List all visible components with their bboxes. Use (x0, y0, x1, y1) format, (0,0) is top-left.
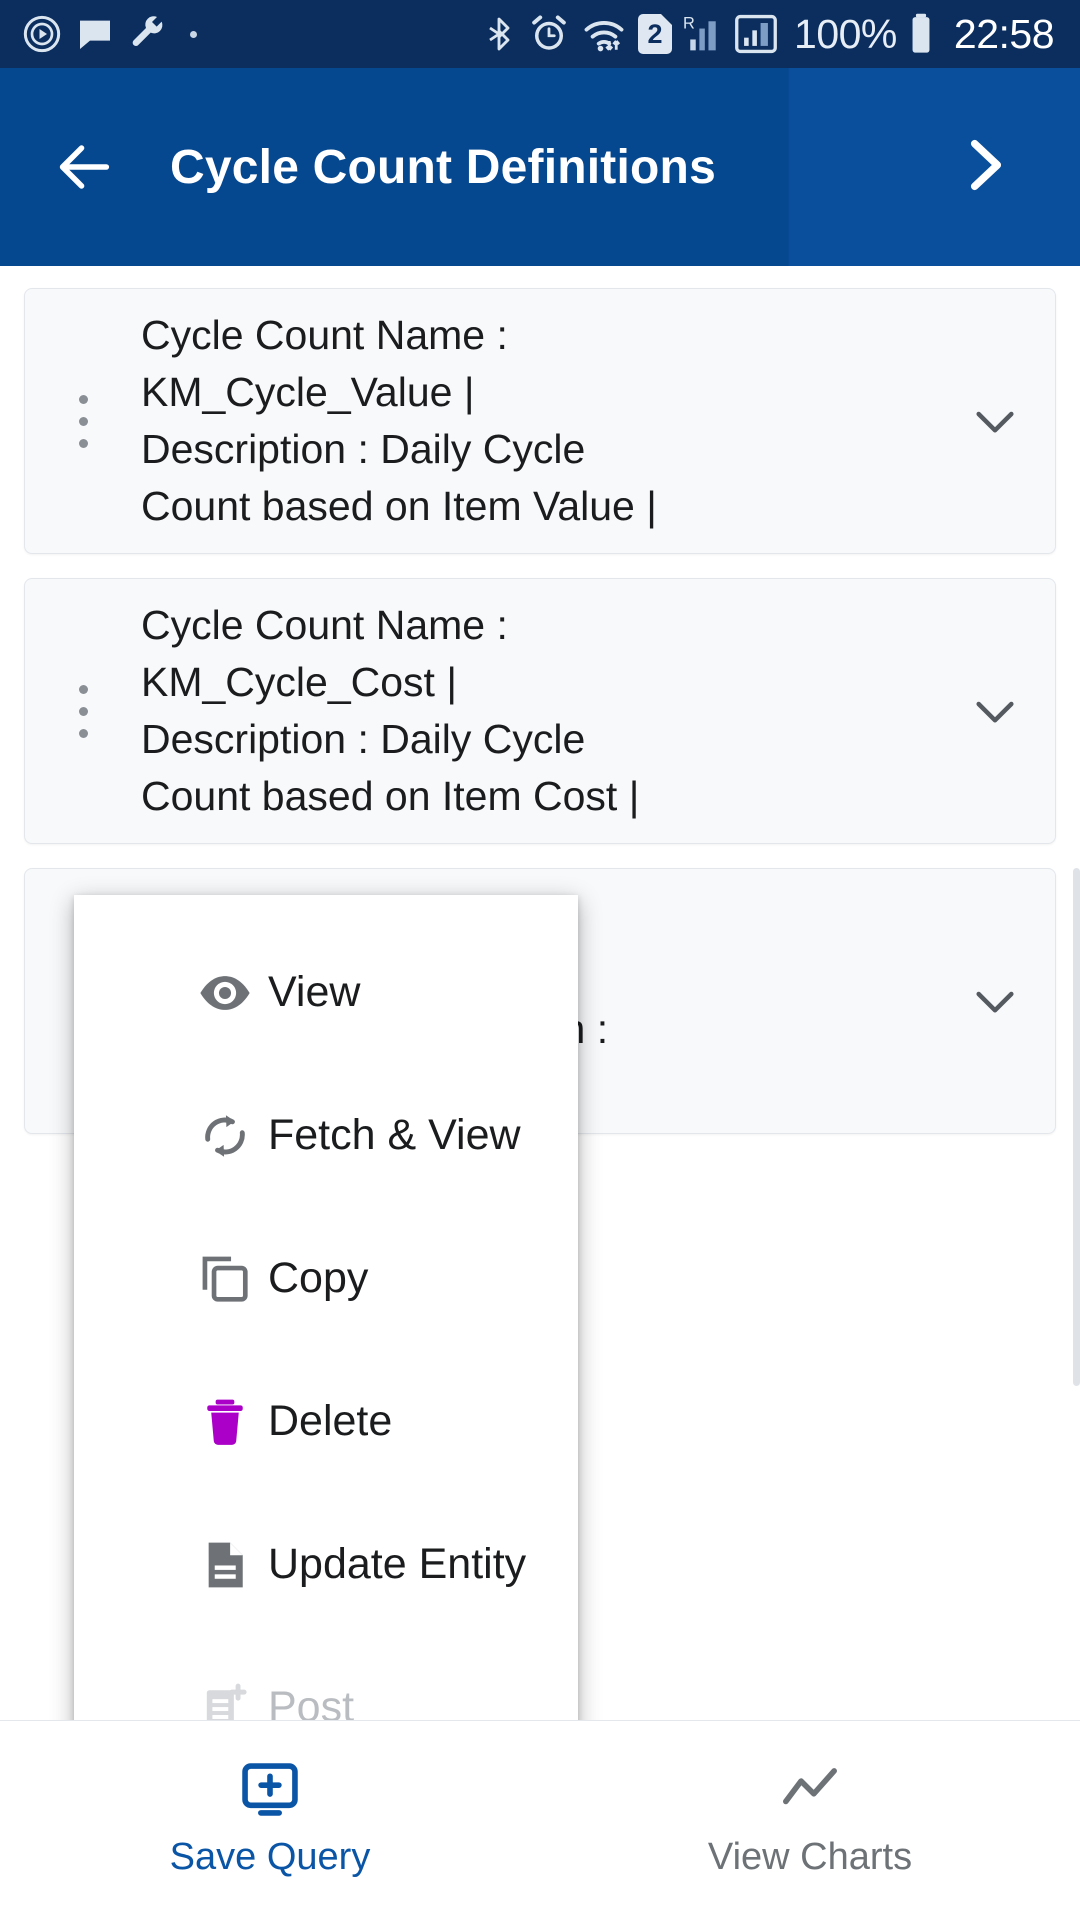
save-query-icon (242, 1763, 298, 1816)
signal-bars-icon (735, 14, 777, 54)
copy-icon (196, 1250, 254, 1308)
menu-item-label: Update Entity (268, 1540, 527, 1588)
nav-item-view-charts[interactable]: View Charts (540, 1721, 1080, 1920)
menu-item-label: Delete (268, 1397, 393, 1445)
arrow-left-icon (59, 145, 110, 189)
roaming-signal-icon: R (683, 15, 716, 51)
alarm-clock-icon (532, 15, 566, 50)
menu-item-update-entity[interactable]: Update Entity (74, 1493, 578, 1636)
battery-percent-label: 100% (794, 10, 897, 57)
phone-screen: 2 R 100% 22:58 Cycle Count Definitions C… (0, 0, 1080, 1920)
back-button[interactable] (48, 132, 118, 202)
page-title: Cycle Count Definitions (170, 140, 716, 194)
menu-item-copy[interactable]: Copy (74, 1207, 578, 1350)
nav-item-label: Save Query (169, 1836, 371, 1878)
menu-item-label: View (268, 968, 361, 1016)
trash-icon (196, 1393, 254, 1451)
battery-icon (912, 13, 930, 53)
wrench-icon (132, 16, 163, 46)
menu-item-label: Copy (268, 1254, 369, 1302)
menu-item-delete[interactable]: Delete (74, 1350, 578, 1493)
menu-item-fetch-and-view[interactable]: Fetch & View (74, 1064, 578, 1207)
eye-icon (196, 964, 254, 1022)
small-dot-icon (190, 30, 197, 38)
document-edit-icon (196, 1536, 254, 1594)
nav-item-label: View Charts (707, 1836, 913, 1878)
sim-2-icon: 2 (638, 14, 673, 54)
chevron-right-icon (970, 139, 1002, 190)
play-circle-icon (23, 15, 61, 53)
menu-item-view[interactable]: View (74, 921, 578, 1064)
status-bar-clock: 22:58 (953, 10, 1055, 57)
status-bar: 2 R 100% 22:58 (0, 0, 1080, 68)
svg-text:R: R (683, 15, 695, 33)
chat-bubble-icon (80, 20, 110, 49)
app-bar: Cycle Count Definitions (0, 68, 1080, 266)
menu-item-label: Fetch & View (268, 1111, 521, 1159)
wifi-icon (584, 21, 624, 52)
sim-label: 2 (647, 18, 663, 49)
refresh-icon (196, 1107, 254, 1165)
next-page-button[interactable] (952, 133, 1036, 202)
bottom-navigation: Save Query View Charts (0, 1720, 1080, 1920)
bluetooth-icon (489, 17, 510, 51)
menu-scrim[interactable]: View Fetch & View Copy Delete Update Ent… (0, 266, 1080, 1920)
status-bar-right-icons: 2 R 100% 22:58 (481, 10, 1055, 58)
line-chart-icon (783, 1768, 837, 1805)
nav-item-save-query[interactable]: Save Query (0, 1721, 540, 1920)
status-bar-left-icons (22, 14, 197, 54)
